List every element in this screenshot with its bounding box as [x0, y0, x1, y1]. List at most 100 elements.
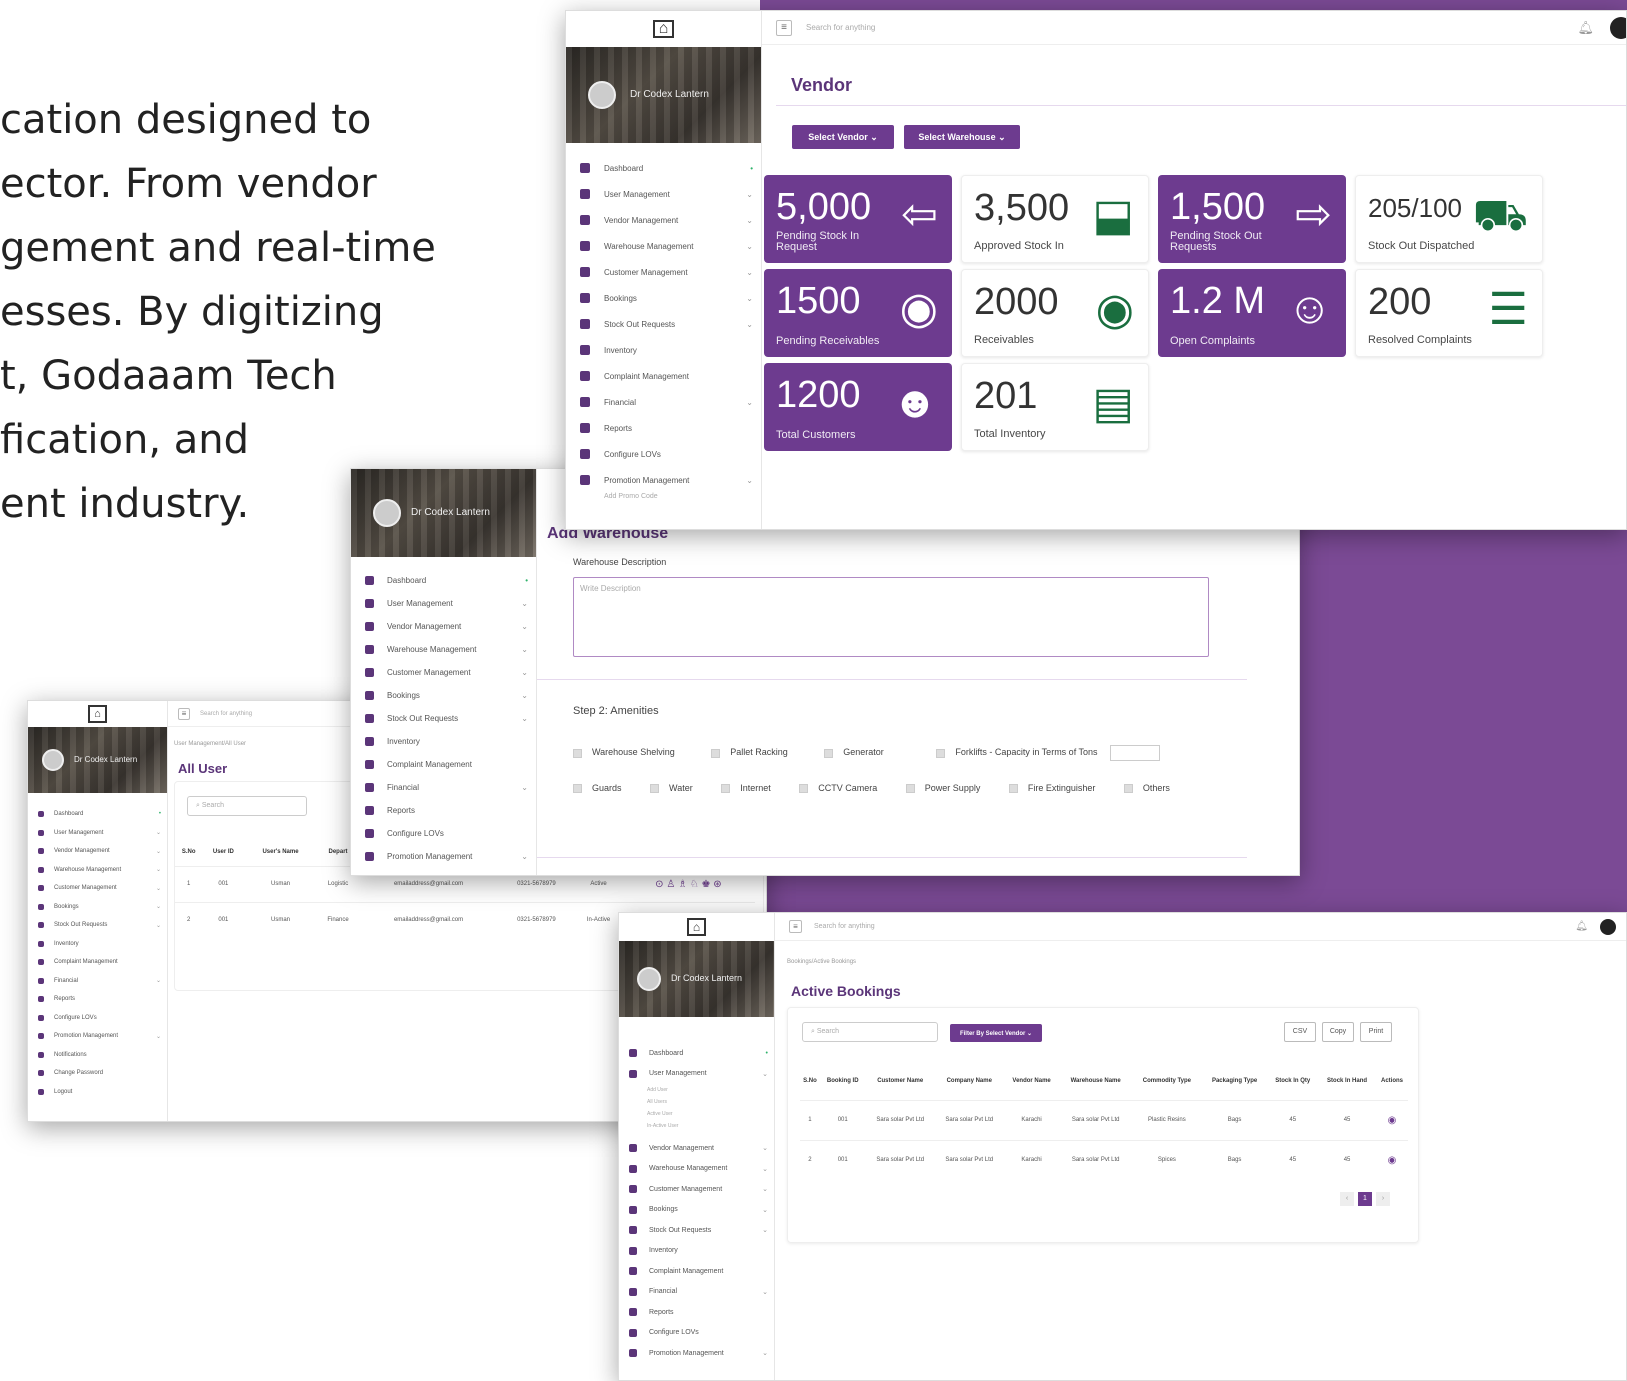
sidebar-item-dashboard[interactable]: Dashboard •: [629, 1043, 768, 1064]
sidebar-item-vendor-management[interactable]: Vendor Management ⌄: [580, 207, 753, 233]
submenu-item[interactable]: All Users: [647, 1096, 768, 1108]
sidebar-item-bookings[interactable]: Bookings ⌄: [38, 898, 161, 917]
sidebar-item-configure-lovs[interactable]: Configure LOVs: [629, 1323, 768, 1344]
sidebar-item-user-management[interactable]: User Management ⌄: [580, 181, 753, 207]
tons-input[interactable]: [1110, 745, 1161, 761]
sidebar-item-complaint-management[interactable]: Complaint Management: [38, 953, 161, 972]
sidebar-item-promotion-management[interactable]: Promotion Management ⌄: [365, 845, 528, 868]
stat-card[interactable]: 200 Resolved Complaints ☰: [1355, 269, 1543, 357]
avatar[interactable]: [373, 499, 401, 527]
stat-card[interactable]: 5,000 Pending Stock In Request ⇦: [764, 175, 952, 263]
submenu-item[interactable]: Active User: [647, 1108, 768, 1120]
checkbox[interactable]: Warehouse Shelving: [573, 747, 675, 758]
sidebar-item-stock-out-requests[interactable]: Stock Out Requests ⌄: [629, 1220, 768, 1241]
sidebar-item-bookings[interactable]: Bookings ⌄: [580, 285, 753, 311]
checkbox[interactable]: Internet: [721, 783, 771, 794]
submenu-item[interactable]: Add User: [647, 1084, 768, 1096]
menu-toggle[interactable]: ≡: [178, 707, 190, 720]
checkbox[interactable]: Pallet Racking: [711, 747, 788, 758]
sidebar-item-dashboard[interactable]: Dashboard •: [580, 155, 753, 181]
sidebar-item-logout[interactable]: Logout: [38, 1083, 161, 1102]
checkbox[interactable]: Water: [650, 783, 693, 794]
sidebar-item-change-password[interactable]: Change Password: [38, 1064, 161, 1083]
sidebar-item-warehouse-management[interactable]: Warehouse Management ⌄: [629, 1159, 768, 1180]
sidebar-item-bookings[interactable]: Bookings ⌄: [365, 684, 528, 707]
stat-card[interactable]: 1,500 Pending Stock Out Requests ⇨: [1158, 175, 1346, 263]
sidebar-item-promotion-management[interactable]: Promotion Management ⌄: [38, 1027, 161, 1046]
select-warehouse-button[interactable]: Select Warehouse ⌄: [904, 125, 1020, 149]
select-vendor-button[interactable]: Select Vendor ⌄: [792, 125, 894, 149]
stat-card[interactable]: 201 Total Inventory ▤: [961, 363, 1149, 451]
search-input[interactable]: Search for anything: [806, 23, 1577, 32]
sidebar-item-vendor-management[interactable]: Vendor Management ⌄: [38, 842, 161, 861]
avatar[interactable]: [42, 749, 64, 771]
sidebar-item-complaint-management[interactable]: Complaint Management: [580, 363, 753, 389]
csv-button[interactable]: CSV: [1284, 1022, 1316, 1042]
sidebar-item-vendor-management[interactable]: Vendor Management ⌄: [365, 615, 528, 638]
sidebar-item-customer-management[interactable]: Customer Management ⌄: [580, 259, 753, 285]
stat-card[interactable]: 1200 Total Customers ☻: [764, 363, 952, 451]
sidebar-item-inventory[interactable]: Inventory: [580, 337, 753, 363]
stat-card[interactable]: 1500 Pending Receivables ◉: [764, 269, 952, 357]
sidebar-item-configure-lovs[interactable]: Configure LOVs: [580, 441, 753, 467]
bell-icon[interactable]: 🔔︎: [1575, 921, 1588, 932]
view-icon[interactable]: ◉: [1376, 1100, 1408, 1140]
prev-page-button[interactable]: ‹: [1340, 1192, 1354, 1206]
sidebar-item-warehouse-management[interactable]: Warehouse Management ⌄: [38, 861, 161, 880]
sidebar-item-customer-management[interactable]: Customer Management ⌄: [38, 879, 161, 898]
search-input[interactable]: Search for anything: [814, 923, 1575, 930]
filter-vendor-button[interactable]: Filter By Select Vendor ⌄: [950, 1024, 1042, 1042]
sidebar-item-customer-management[interactable]: Customer Management ⌄: [629, 1179, 768, 1200]
sidebar-item-reports[interactable]: Reports: [38, 990, 161, 1009]
search-field[interactable]: ⌕ Search: [187, 796, 307, 816]
checkbox[interactable]: Fire Extinguisher: [1008, 783, 1095, 794]
stat-card[interactable]: 205/100 Stock Out Dispatched ⛟: [1355, 175, 1543, 263]
search-field[interactable]: ⌕ Search: [802, 1022, 938, 1042]
description-textarea[interactable]: Write Description: [573, 577, 1209, 657]
page-button[interactable]: 1: [1358, 1192, 1372, 1206]
checkbox[interactable]: Others: [1123, 783, 1170, 794]
sidebar-item-user-management[interactable]: User Management ⌄: [365, 592, 528, 615]
sidebar-item-user-management[interactable]: User Management ⌄: [38, 824, 161, 843]
sidebar-item-financial[interactable]: Financial ⌄: [38, 972, 161, 991]
checkbox[interactable]: CCTV Camera: [799, 783, 877, 794]
sidebar-item-inventory[interactable]: Inventory: [629, 1241, 768, 1262]
sidebar-item-dashboard[interactable]: Dashboard •: [365, 569, 528, 592]
sidebar-item-stock-out-requests[interactable]: Stock Out Requests ⌄: [365, 707, 528, 730]
checkbox[interactable]: Power Supply: [905, 783, 980, 794]
sidebar-item-financial[interactable]: Financial ⌄: [365, 776, 528, 799]
stat-card[interactable]: 1.2 M Open Complaints ☺: [1158, 269, 1346, 357]
sidebar-item-warehouse-management[interactable]: Warehouse Management ⌄: [580, 233, 753, 259]
checkbox[interactable]: Guards: [573, 783, 622, 794]
checkbox[interactable]: Forklifts - Capacity in Terms of Tons: [936, 747, 1098, 758]
avatar[interactable]: [1610, 16, 1626, 39]
sidebar-item-bookings[interactable]: Bookings ⌄: [629, 1200, 768, 1221]
search-input[interactable]: Search for anything: [200, 711, 252, 717]
sidebar-item-user-management[interactable]: User Management ⌄: [629, 1064, 768, 1085]
stat-card[interactable]: 2000 Receivables ◉: [961, 269, 1149, 357]
next-page-button[interactable]: ›: [1376, 1192, 1390, 1206]
sidebar-item-financial[interactable]: Financial ⌄: [629, 1282, 768, 1303]
sidebar-item-configure-lovs[interactable]: Configure LOVs: [38, 1009, 161, 1028]
submenu-item[interactable]: Add Promo Code: [580, 493, 753, 500]
sidebar-item-stock-out-requests[interactable]: Stock Out Requests ⌄: [580, 311, 753, 337]
menu-toggle[interactable]: ≡: [789, 920, 802, 933]
avatar[interactable]: [1600, 918, 1616, 935]
print-button[interactable]: Print: [1360, 1022, 1392, 1042]
avatar[interactable]: [637, 967, 661, 991]
sidebar-item-vendor-management[interactable]: Vendor Management ⌄: [629, 1138, 768, 1159]
sidebar-item-dashboard[interactable]: Dashboard •: [38, 805, 161, 824]
bell-icon[interactable]: 🔔︎: [1577, 20, 1594, 36]
sidebar-item-notifications[interactable]: Notifications: [38, 1046, 161, 1065]
sidebar-item-warehouse-management[interactable]: Warehouse Management ⌄: [365, 638, 528, 661]
submenu-item[interactable]: In-Active User: [647, 1120, 768, 1132]
sidebar-item-stock-out-requests[interactable]: Stock Out Requests ⌄: [38, 916, 161, 935]
sidebar-item-reports[interactable]: Reports: [365, 799, 528, 822]
menu-toggle[interactable]: ≡: [776, 19, 792, 36]
sidebar-item-promotion-management[interactable]: Promotion Management ⌄: [629, 1343, 768, 1364]
avatar[interactable]: [588, 81, 616, 109]
sidebar-item-financial[interactable]: Financial ⌄: [580, 389, 753, 415]
stat-card[interactable]: 3,500 Approved Stock In ⬓: [961, 175, 1149, 263]
sidebar-item-reports[interactable]: Reports: [629, 1302, 768, 1323]
view-icon[interactable]: ◉: [1376, 1140, 1408, 1180]
